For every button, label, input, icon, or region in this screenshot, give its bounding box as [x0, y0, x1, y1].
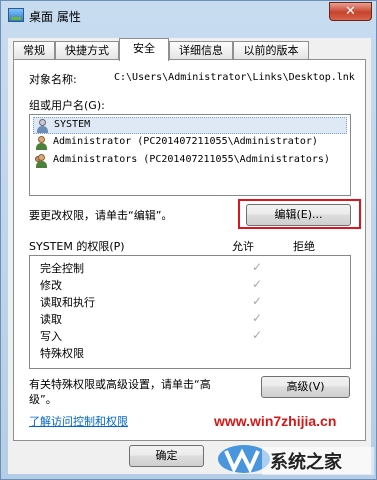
list-item-label: SYSTEM — [54, 119, 91, 130]
permissions-header: SYSTEM 的权限(P) — [29, 240, 125, 253]
permission-row: 特殊权限 — [40, 344, 360, 361]
permission-name: 写入 — [40, 330, 62, 343]
group-icon — [35, 154, 49, 168]
permission-name: 读取 — [40, 313, 62, 326]
allow-check-icon: ✓ — [252, 328, 263, 342]
title-bar[interactable]: 桌面 属性 ✕ — [1, 1, 377, 31]
edit-prompt: 要更改权限，请单击“编辑”。 — [29, 209, 173, 222]
tab-details[interactable]: 详细信息 — [169, 41, 233, 60]
user-icon — [35, 136, 49, 150]
permission-name: 读取和执行 — [40, 296, 95, 309]
advanced-hint-line1: 有关特殊权限或高级设置，请单击“高 — [29, 378, 211, 391]
tab-shortcut[interactable]: 快捷方式 — [55, 41, 119, 60]
system-user-icon — [36, 119, 50, 133]
object-name-label: 对象名称: — [29, 73, 77, 86]
help-link[interactable]: 了解访问控制和权限 — [29, 413, 128, 429]
permission-row: 修改 ✓ — [40, 276, 360, 293]
permission-name: 完全控制 — [40, 262, 84, 275]
tab-security[interactable]: 安全 — [119, 38, 169, 61]
dialog-body: 常规 快捷方式 安全 详细信息 以前的版本 对象名称: C:\Users\Adm… — [8, 38, 371, 474]
allow-column-header: 允许 — [232, 240, 254, 253]
watermark-brand: 系统之家 — [270, 451, 343, 473]
deny-column-header: 拒绝 — [293, 240, 315, 253]
permissions-list[interactable]: 完全控制 ✓ 修改 ✓ 读取和执行 ✓ 读取 ✓ 写入 ✓ 特殊权限 — [29, 255, 351, 369]
permission-row: 读取和执行 ✓ — [40, 293, 360, 310]
allow-check-icon: ✓ — [252, 311, 263, 325]
groups-listbox[interactable]: SYSTEM Administrator (PC201407211055\Adm… — [29, 114, 351, 196]
window-title: 桌面 属性 — [29, 10, 81, 24]
advanced-hint-line2: 级”。 — [29, 393, 57, 406]
watermark: www.win7zhijia.cn 系统之家 — [214, 413, 374, 477]
tab-previous-versions[interactable]: 以前的版本 — [233, 41, 309, 60]
properties-window: 桌面 属性 ✕ 常规 快捷方式 安全 详细信息 以前的版本 对象名称: C:\U… — [0, 0, 377, 480]
ok-button[interactable]: 确定 — [129, 445, 204, 467]
list-item-system[interactable]: SYSTEM — [33, 117, 347, 134]
allow-check-icon: ✓ — [252, 294, 263, 308]
edit-button[interactable]: 编辑(E)... — [246, 204, 351, 226]
list-item-administrators[interactable]: Administrators (PC201407211055\Administr… — [33, 153, 347, 170]
tab-general[interactable]: 常规 — [13, 41, 55, 60]
desktop-icon — [8, 8, 24, 22]
permission-row: 读取 ✓ — [40, 310, 360, 327]
permission-row: 写入 ✓ — [40, 327, 360, 344]
list-item-label: Administrator (PC201407211055\Administra… — [53, 136, 318, 147]
groups-label: 组或用户名(G): — [29, 99, 105, 112]
allow-check-icon: ✓ — [252, 260, 263, 274]
allow-check-icon: ✓ — [252, 277, 263, 291]
object-name-value: C:\Users\Administrator\Links\Desktop.lnk — [114, 72, 355, 83]
close-button[interactable]: ✕ — [329, 2, 372, 21]
permission-row: 完全控制 ✓ — [40, 259, 360, 276]
list-item-label: Administrators (PC201407211055\Administr… — [53, 154, 330, 165]
list-item-administrator[interactable]: Administrator (PC201407211055\Administra… — [33, 135, 347, 152]
watermark-logo-icon: 系统之家 — [218, 445, 374, 475]
permission-name: 特殊权限 — [40, 347, 84, 360]
advanced-button[interactable]: 高级(V) — [261, 376, 350, 398]
permission-name: 修改 — [40, 279, 62, 292]
watermark-url: www.win7zhijia.cn — [214, 413, 337, 429]
security-panel: 对象名称: C:\Users\Administrator\Links\Deskt… — [13, 59, 366, 441]
